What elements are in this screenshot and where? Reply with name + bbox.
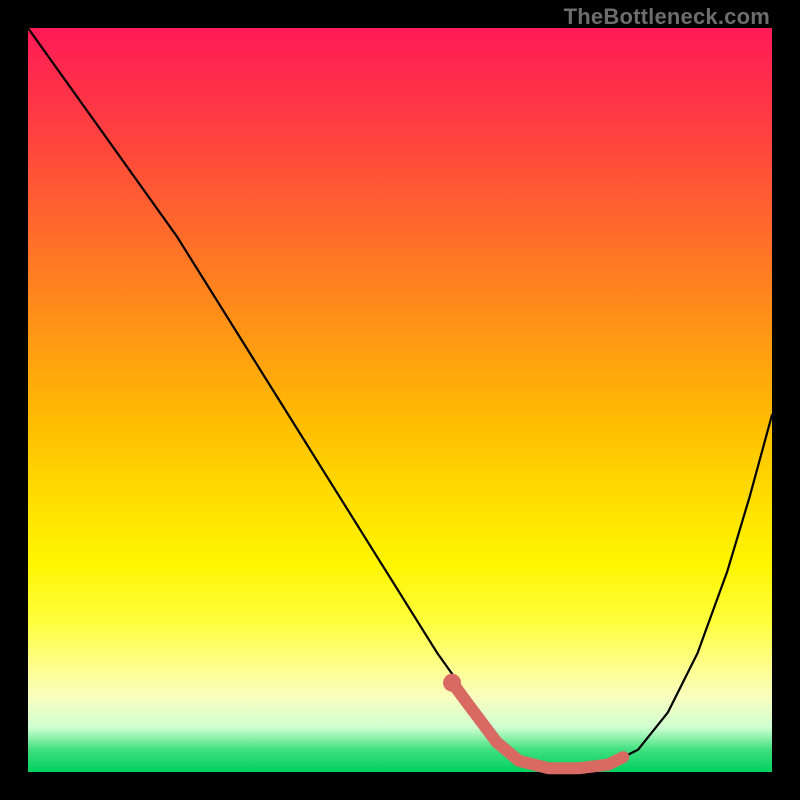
curve-main-line	[28, 28, 772, 768]
watermark-text: TheBottleneck.com	[564, 4, 770, 30]
bottleneck-chart	[28, 28, 772, 772]
curve-accent-dot	[443, 674, 461, 692]
curve-accent-segment	[452, 683, 623, 769]
chart-plot-area	[28, 28, 772, 772]
